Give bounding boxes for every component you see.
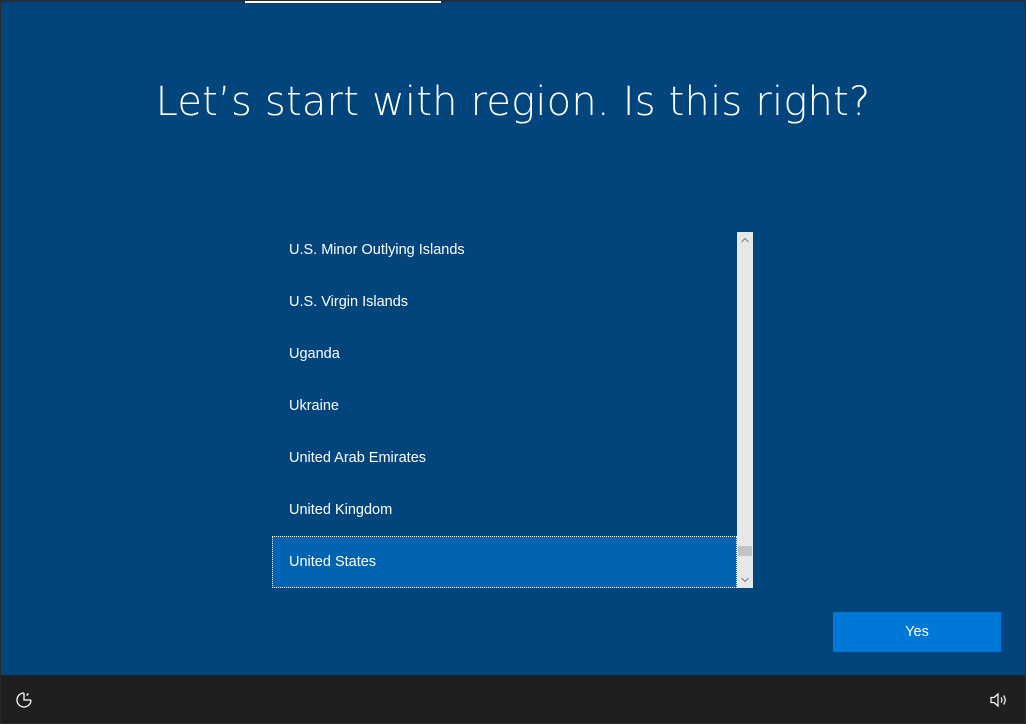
top-edge-line bbox=[1, 1, 1025, 3]
region-list-item[interactable]: Ukraine bbox=[272, 380, 737, 432]
region-list[interactable]: U.S. Minor Outlying Islands U.S. Virgin … bbox=[272, 232, 737, 588]
region-list-item[interactable]: U.S. Virgin Islands bbox=[272, 276, 737, 328]
bottom-bar bbox=[1, 675, 1025, 723]
chevron-down-icon[interactable] bbox=[737, 572, 753, 588]
oobe-window: Let’s start with region. Is this right? … bbox=[0, 0, 1026, 724]
vertical-scrollbar[interactable] bbox=[737, 232, 753, 588]
setup-progress-indicator bbox=[245, 1, 441, 3]
accessibility-icon[interactable] bbox=[13, 689, 35, 711]
chevron-up-icon[interactable] bbox=[737, 232, 753, 248]
region-list-item[interactable]: United Arab Emirates bbox=[272, 432, 737, 484]
scrollbar-thumb[interactable] bbox=[738, 546, 752, 556]
region-list-item[interactable]: United Kingdom bbox=[272, 484, 737, 536]
region-list-item[interactable]: Uganda bbox=[272, 328, 737, 380]
region-list-panel: U.S. Minor Outlying Islands U.S. Virgin … bbox=[272, 232, 753, 588]
yes-button[interactable]: Yes bbox=[833, 612, 1001, 652]
volume-icon[interactable] bbox=[988, 690, 1010, 710]
region-list-item[interactable]: U.S. Minor Outlying Islands bbox=[272, 232, 737, 276]
region-list-item-selected[interactable]: United States bbox=[272, 536, 737, 588]
page-title: Let’s start with region. Is this right? bbox=[155, 79, 871, 125]
